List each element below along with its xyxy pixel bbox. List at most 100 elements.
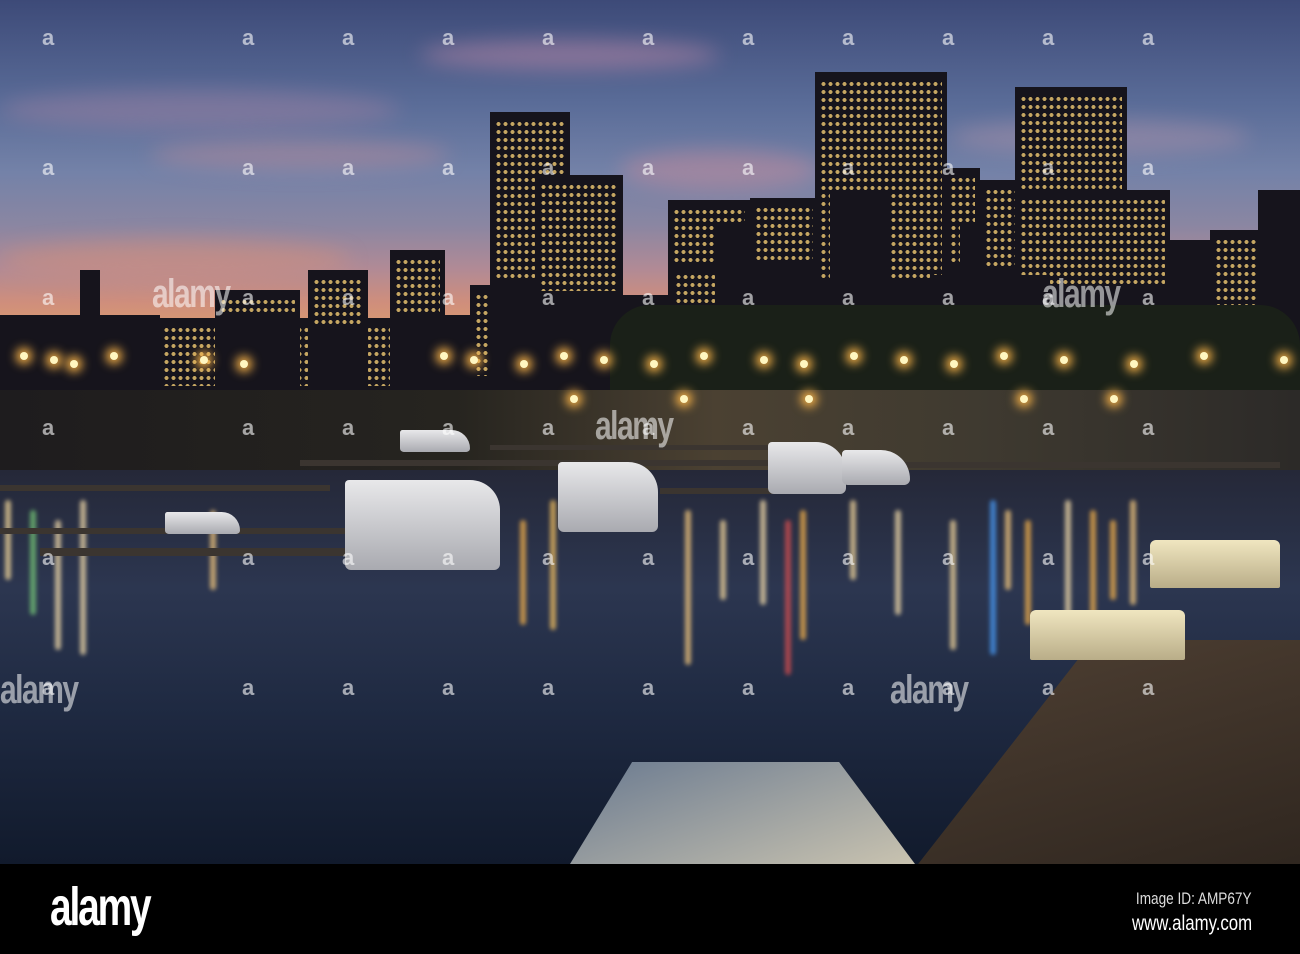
- watermark-icon: a: [1142, 545, 1155, 570]
- watermark-icon: a: [1042, 285, 1055, 310]
- dock: [900, 462, 1280, 468]
- street-lamp: [1020, 395, 1028, 403]
- boat: [558, 462, 658, 532]
- street-lamp: [520, 360, 528, 368]
- watermark-icon: a: [842, 675, 855, 700]
- street-lamp: [1110, 395, 1118, 403]
- watermark-icon: a: [242, 25, 255, 50]
- street-lamp: [900, 356, 908, 364]
- reflection: [80, 500, 86, 655]
- alamy-logo[interactable]: alamy: [50, 876, 152, 938]
- watermark-icon: a: [742, 545, 755, 570]
- watermark-icon: a: [942, 155, 955, 180]
- watermark-icon: a: [542, 545, 555, 570]
- watermark-icon: a: [1042, 25, 1055, 50]
- street-lamp: [560, 352, 568, 360]
- street-lamp: [20, 352, 28, 360]
- watermark-icon: a: [542, 25, 555, 50]
- watermark-icon: a: [842, 155, 855, 180]
- reflection: [1110, 520, 1116, 600]
- street-lamp: [800, 360, 808, 368]
- watermark-icon: a: [442, 25, 455, 50]
- watermark-icon: a: [342, 545, 355, 570]
- website-link[interactable]: www.alamy.com: [1132, 912, 1252, 936]
- watermark-icon: a: [1042, 545, 1055, 570]
- building: [308, 270, 368, 390]
- watermark-icon: a: [542, 155, 555, 180]
- reflection: [520, 520, 526, 625]
- watermark-icon: a: [342, 155, 355, 180]
- watermark-icon: a: [42, 285, 55, 310]
- dock: [40, 548, 360, 556]
- reflection: [5, 500, 11, 580]
- watermark-icon: a: [842, 545, 855, 570]
- watermark-icon: a: [742, 285, 755, 310]
- reflection: [720, 520, 726, 600]
- watermark-icon: a: [342, 25, 355, 50]
- dock: [660, 488, 780, 494]
- night-harbour-photo: alamy alamy alamy alamy alamy aaaaaaaaaa…: [0, 0, 1300, 864]
- watermark-icon: a: [42, 25, 55, 50]
- watermark-icon: a: [442, 545, 455, 570]
- watermark-icon: a: [942, 415, 955, 440]
- watermark: alamy: [890, 668, 969, 712]
- image-id: Image ID: AMP67Y: [1136, 889, 1252, 908]
- watermark-icon: a: [542, 675, 555, 700]
- watermark-icon: a: [542, 285, 555, 310]
- watermark-icon: a: [942, 25, 955, 50]
- street-lamp: [110, 352, 118, 360]
- reflection: [990, 500, 996, 655]
- watermark-icon: a: [742, 155, 755, 180]
- watermark-icon: a: [942, 675, 955, 700]
- watermark-icon: a: [42, 675, 55, 700]
- reflection: [895, 510, 901, 615]
- reflection: [30, 510, 36, 615]
- street-lamp: [1000, 352, 1008, 360]
- watermark-icon: a: [1042, 675, 1055, 700]
- watermark-icon: a: [442, 155, 455, 180]
- watermark-icon: a: [1142, 25, 1155, 50]
- watermark-icon: a: [642, 155, 655, 180]
- watermark: alamy: [595, 404, 674, 448]
- street-lamp: [1200, 352, 1208, 360]
- watermark-icon: a: [242, 415, 255, 440]
- reflection: [685, 510, 691, 665]
- watermark-icon: a: [1142, 285, 1155, 310]
- trees: [610, 305, 1300, 390]
- footer-bar: [0, 864, 1300, 954]
- street-lamp: [70, 360, 78, 368]
- street-lamp: [805, 395, 813, 403]
- boat: [165, 512, 240, 534]
- watermark-icon: a: [1042, 415, 1055, 440]
- building: [80, 270, 100, 390]
- cloud: [150, 140, 450, 170]
- dock: [300, 460, 780, 466]
- watermark-icon: a: [242, 285, 255, 310]
- watermark-icon: a: [642, 415, 655, 440]
- watermark-icon: a: [242, 545, 255, 570]
- street-lamp: [1280, 356, 1288, 364]
- watermark-icon: a: [42, 155, 55, 180]
- watermark-icon: a: [942, 545, 955, 570]
- street-lamp: [700, 352, 708, 360]
- watermark-icon: a: [542, 415, 555, 440]
- street-lamp: [600, 356, 608, 364]
- street-lamp: [240, 360, 248, 368]
- watermark-icon: a: [742, 25, 755, 50]
- street-lamp: [200, 356, 208, 364]
- reflection: [1130, 500, 1136, 605]
- watermark-icon: a: [442, 285, 455, 310]
- watermark: alamy: [0, 668, 79, 712]
- street-lamp: [760, 356, 768, 364]
- street-lamp: [1060, 356, 1068, 364]
- watermark-icon: a: [1142, 415, 1155, 440]
- watermark-icon: a: [742, 675, 755, 700]
- watermark-icon: a: [842, 285, 855, 310]
- watermark-icon: a: [742, 415, 755, 440]
- boat: [400, 430, 470, 452]
- watermark-icon: a: [42, 545, 55, 570]
- street-lamp: [440, 352, 448, 360]
- watermark-icon: a: [642, 545, 655, 570]
- pier-canopy: [1030, 610, 1185, 660]
- watermark-icon: a: [642, 285, 655, 310]
